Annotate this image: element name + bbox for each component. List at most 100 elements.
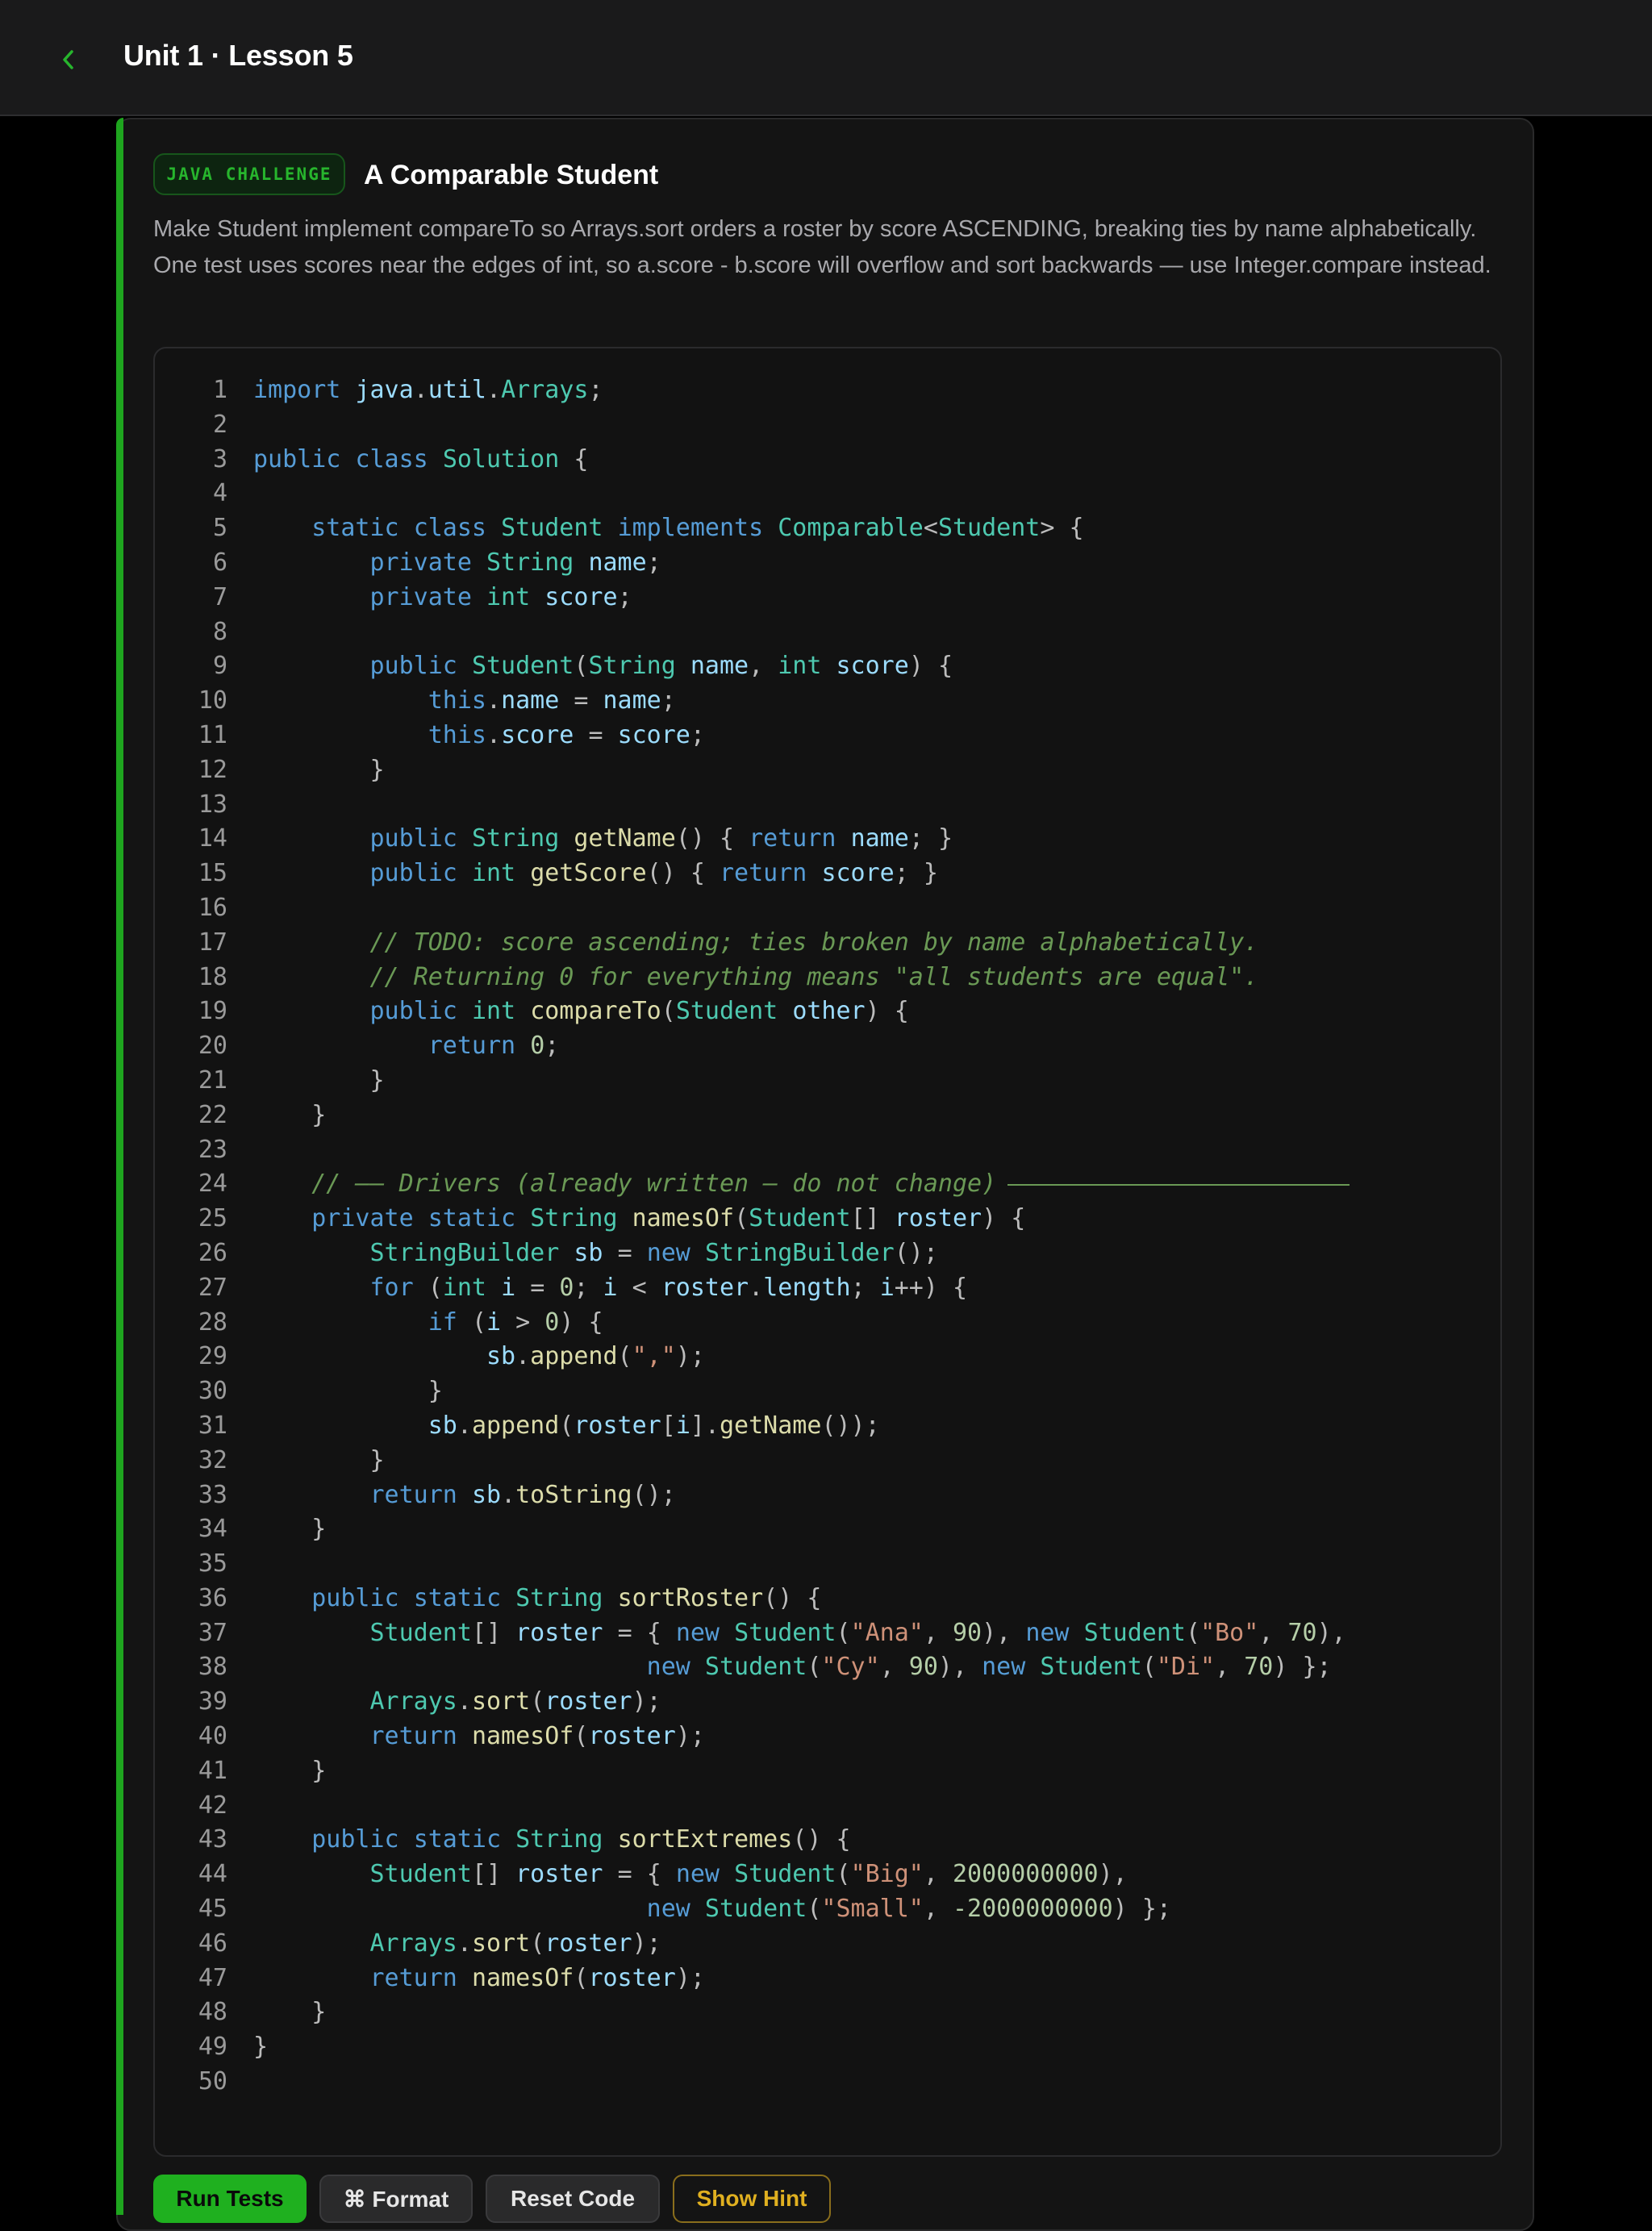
code-line[interactable]: 17 // TODO: score ascending; ties broken…	[155, 926, 1500, 961]
code-line[interactable]: 45 new Student("Small", -2000000000) };	[155, 1892, 1500, 1927]
code-lines[interactable]: 1 import java.util.Arrays; 2 3 public class …	[155, 373, 1500, 2100]
code-line[interactable]: 36 public static String sortRoster() {	[155, 1582, 1500, 1616]
code-line[interactable]: 15 public int getScore() { return score;…	[155, 857, 1500, 891]
line-content[interactable]: static class Student implements Comparab…	[253, 511, 1083, 546]
line-content[interactable]: sb.append(",");	[253, 1340, 705, 1374]
code-line[interactable]: 50	[155, 2065, 1500, 2100]
line-content[interactable]: // Returning 0 for everything means "all…	[253, 961, 1259, 995]
code-line[interactable]: 21 }	[155, 1064, 1500, 1099]
code-line[interactable]: 49}	[155, 2030, 1500, 2065]
line-content[interactable]: return sb.toString();	[253, 1478, 676, 1513]
line-content[interactable]: Student[] roster = { new Student("Ana", …	[253, 1616, 1346, 1651]
line-content[interactable]: }	[253, 1064, 385, 1099]
line-content[interactable]: // —— Drivers (already written — do not …	[253, 1167, 1350, 1202]
line-content[interactable]: }	[253, 1099, 326, 1133]
code-line[interactable]: 18 // Returning 0 for everything means "…	[155, 961, 1500, 995]
code-line[interactable]: 46 Arrays.sort(roster);	[155, 1927, 1500, 1962]
line-content[interactable]: }	[253, 1444, 385, 1478]
code-line[interactable]: 27 for (int i = 0; i < roster.length; i+…	[155, 1271, 1500, 1306]
code-line[interactable]: 7 private int score;	[155, 581, 1500, 615]
code-line[interactable]: 6 private String name;	[155, 546, 1500, 581]
code-line[interactable]: 13	[155, 788, 1500, 823]
line-content[interactable]: public int compareTo(Student other) {	[253, 995, 909, 1029]
code-line[interactable]: 48 }	[155, 1995, 1500, 2030]
line-content[interactable]: return 0;	[253, 1029, 560, 1064]
code-line[interactable]: 47 return namesOf(roster);	[155, 1962, 1500, 1996]
line-content[interactable]: Student[] roster = { new Student("Big", …	[253, 1858, 1128, 1892]
line-content[interactable]: return namesOf(roster);	[253, 1962, 705, 1996]
code-line[interactable]: 16	[155, 891, 1500, 926]
line-content[interactable]: this.score = score;	[253, 719, 705, 753]
line-content[interactable]: private static String namesOf(Student[] …	[253, 1202, 1025, 1236]
line-content[interactable]: sb.append(roster[i].getName());	[253, 1409, 880, 1444]
code-line[interactable]: 28 if (i > 0) {	[155, 1306, 1500, 1341]
code-line[interactable]: 41 }	[155, 1754, 1500, 1789]
line-content[interactable]: public String getName() { return name; }	[253, 822, 953, 857]
code-line[interactable]: 42	[155, 1789, 1500, 1824]
code-line[interactable]: 33 return sb.toString();	[155, 1478, 1500, 1513]
reset-code-button[interactable]: Reset Code	[486, 2175, 660, 2223]
line-content[interactable]: // TODO: score ascending; ties broken by…	[253, 926, 1259, 961]
line-content[interactable]: }	[253, 1512, 326, 1547]
code-line[interactable]: 35	[155, 1547, 1500, 1582]
code-line[interactable]: 10 this.name = name;	[155, 684, 1500, 719]
code-line[interactable]: 24 // —— Drivers (already written — do n…	[155, 1167, 1500, 1202]
line-content[interactable]: Arrays.sort(roster);	[253, 1685, 661, 1720]
code-line[interactable]: 44 Student[] roster = { new Student("Big…	[155, 1858, 1500, 1892]
code-line[interactable]: 25 private static String namesOf(Student…	[155, 1202, 1500, 1236]
code-line[interactable]: 38 new Student("Cy", 90), new Student("D…	[155, 1650, 1500, 1685]
code-line[interactable]: 14 public String getName() { return name…	[155, 822, 1500, 857]
code-line[interactable]: 34 }	[155, 1512, 1500, 1547]
code-line[interactable]: 23	[155, 1133, 1500, 1168]
code-line[interactable]: 30 }	[155, 1374, 1500, 1409]
code-line[interactable]: 32 }	[155, 1444, 1500, 1478]
code-line[interactable]: 39 Arrays.sort(roster);	[155, 1685, 1500, 1720]
line-content[interactable]: import java.util.Arrays;	[253, 373, 603, 408]
format-button[interactable]: ⌘ Format	[319, 2175, 473, 2223]
line-content[interactable]: Arrays.sort(roster);	[253, 1927, 661, 1962]
line-content[interactable]: private String name;	[253, 546, 661, 581]
code-editor[interactable]: 1 import java.util.Arrays; 2 3 public class …	[153, 347, 1502, 2157]
line-content[interactable]: for (int i = 0; i < roster.length; i++) …	[253, 1271, 968, 1306]
line-content[interactable]: return namesOf(roster);	[253, 1720, 705, 1754]
code-line[interactable]: 22 }	[155, 1099, 1500, 1133]
code-line[interactable]: 5 static class Student implements Compar…	[155, 511, 1500, 546]
show-hint-button[interactable]: Show Hint	[673, 2175, 831, 2223]
code-line[interactable]: 9 public Student(String name, int score)…	[155, 649, 1500, 684]
code-line[interactable]: 8	[155, 615, 1500, 650]
code-line[interactable]: 19 public int compareTo(Student other) {	[155, 995, 1500, 1029]
line-content[interactable]: }	[253, 1374, 443, 1409]
line-number: 9	[212, 652, 227, 681]
line-content[interactable]: }	[253, 1995, 326, 2030]
code-line[interactable]: 1 import java.util.Arrays;	[155, 373, 1500, 408]
line-content[interactable]: }	[253, 753, 385, 788]
line-content[interactable]: new Student("Small", -2000000000) };	[253, 1892, 1171, 1927]
code-line[interactable]: 11 this.score = score;	[155, 719, 1500, 753]
line-content[interactable]: public Student(String name, int score) {	[253, 649, 953, 684]
code-line[interactable]: 40 return namesOf(roster);	[155, 1720, 1500, 1754]
line-content[interactable]: public int getScore() { return score; }	[253, 857, 938, 891]
code-line[interactable]: 26 StringBuilder sb = new StringBuilder(…	[155, 1236, 1500, 1271]
line-content[interactable]: }	[253, 1754, 326, 1789]
code-line[interactable]: 31 sb.append(roster[i].getName());	[155, 1409, 1500, 1444]
line-number: 20	[198, 1032, 227, 1061]
line-content[interactable]: private int score;	[253, 581, 632, 615]
code-line[interactable]: 3 public class Solution {	[155, 443, 1500, 477]
code-line[interactable]: 29 sb.append(",");	[155, 1340, 1500, 1374]
code-line[interactable]: 37 Student[] roster = { new Student("Ana…	[155, 1616, 1500, 1651]
code-line[interactable]: 12 }	[155, 753, 1500, 788]
line-content[interactable]: }	[253, 2030, 268, 2065]
line-content[interactable]: if (i > 0) {	[253, 1306, 603, 1341]
line-content[interactable]: public static String sortRoster() {	[253, 1582, 821, 1616]
line-content[interactable]: this.name = name;	[253, 684, 676, 719]
code-line[interactable]: 43 public static String sortExtremes() {	[155, 1823, 1500, 1858]
run-tests-button[interactable]: Run Tests	[153, 2175, 307, 2223]
chevron-left-icon[interactable]	[53, 42, 82, 77]
line-content[interactable]: StringBuilder sb = new StringBuilder();	[253, 1236, 938, 1271]
line-content[interactable]: public static String sortExtremes() {	[253, 1823, 850, 1858]
line-content[interactable]: new Student("Cy", 90), new Student("Di",…	[253, 1650, 1332, 1685]
code-line[interactable]: 2	[155, 408, 1500, 443]
code-line[interactable]: 4	[155, 477, 1500, 511]
line-content[interactable]: public class Solution {	[253, 443, 588, 477]
code-line[interactable]: 20 return 0;	[155, 1029, 1500, 1064]
